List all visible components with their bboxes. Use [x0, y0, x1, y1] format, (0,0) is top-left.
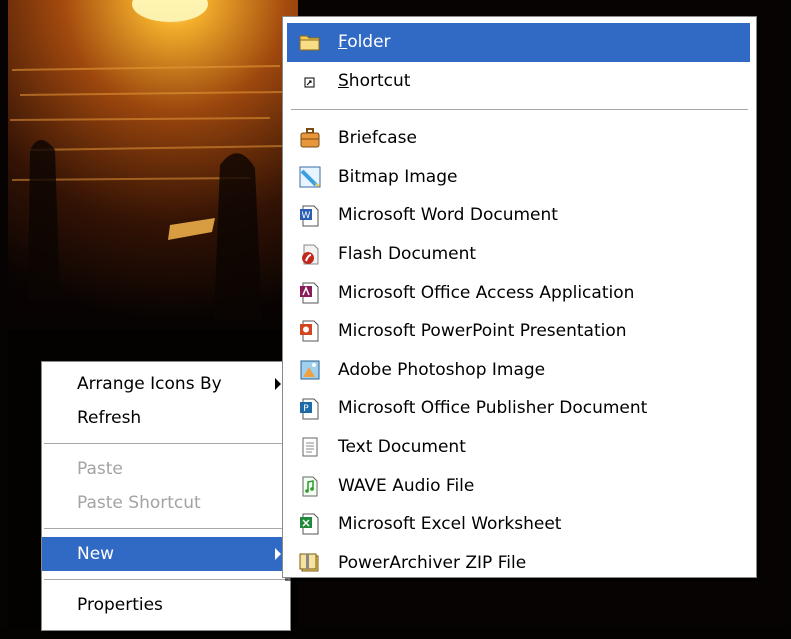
menu-item-properties[interactable]: Properties — [42, 588, 290, 622]
submenu-arrow-icon — [275, 378, 281, 390]
menu-item-arrange-icons-by[interactable]: Arrange Icons By — [42, 367, 290, 401]
menu-item-paste-shortcut: Paste Shortcut — [42, 486, 290, 520]
menu-item-new-flash-document[interactable]: Flash Document — [283, 235, 756, 274]
menu-item-label: Microsoft Office Access Application — [338, 282, 635, 303]
menu-item-label: Arrange Icons By — [77, 374, 222, 394]
menu-item-new-folder[interactable]: Folder — [287, 23, 750, 62]
publisher-document-icon: P — [299, 398, 321, 420]
menu-item-label: Microsoft Office Publisher Document — [338, 398, 648, 419]
menu-item-new-word-document[interactable]: W Microsoft Word Document — [283, 196, 756, 235]
svg-text:W: W — [302, 211, 311, 221]
menu-item-label: Adobe Photoshop Image — [338, 359, 546, 380]
menu-item-label: WAVE Audio File — [338, 475, 475, 496]
menu-item-label: Bitmap Image — [338, 166, 458, 187]
new-submenu: Folder Shortcut Briefcase Bitmap Image W… — [282, 16, 757, 578]
briefcase-icon — [299, 127, 321, 149]
menu-item-label: Text Document — [338, 436, 466, 457]
word-document-icon: W — [299, 205, 321, 227]
menu-item-label: Microsoft Excel Worksheet — [338, 514, 562, 535]
menu-item-label: Shortcut — [338, 70, 411, 91]
folder-icon — [299, 31, 321, 53]
shortcut-icon — [299, 70, 321, 92]
svg-text:P: P — [303, 404, 309, 414]
menu-item-new-wave-audio-file[interactable]: WAVE Audio File — [283, 467, 756, 506]
menu-item-new-shortcut[interactable]: Shortcut — [283, 62, 756, 101]
flash-document-icon — [299, 243, 321, 265]
bitmap-image-icon — [299, 166, 321, 188]
menu-item-label: Flash Document — [338, 243, 477, 264]
menu-item-new-powerpoint-presentation[interactable]: Microsoft PowerPoint Presentation — [283, 312, 756, 351]
access-application-icon — [299, 282, 321, 304]
menu-item-paste: Paste — [42, 452, 290, 486]
menu-separator — [44, 443, 288, 444]
menu-item-label: New — [77, 544, 115, 564]
menu-item-label: Microsoft PowerPoint Presentation — [338, 321, 627, 342]
photoshop-image-icon — [299, 359, 321, 381]
menu-item-label: Paste Shortcut — [77, 493, 201, 513]
menu-item-new-zip-file[interactable]: PowerArchiver ZIP File — [283, 544, 756, 583]
menu-item-new[interactable]: New — [42, 537, 290, 571]
menu-item-new-excel-worksheet[interactable]: Microsoft Excel Worksheet — [283, 505, 756, 544]
menu-item-label: Briefcase — [338, 128, 417, 149]
text-document-icon — [299, 436, 321, 458]
menu-separator — [44, 528, 288, 529]
menu-item-new-briefcase[interactable]: Briefcase — [283, 119, 756, 158]
menu-item-label: Refresh — [77, 408, 142, 428]
menu-item-new-photoshop-image[interactable]: Adobe Photoshop Image — [283, 351, 756, 390]
menu-item-label: Folder — [338, 32, 391, 52]
wave-audio-icon — [299, 475, 321, 497]
menu-item-new-bitmap-image[interactable]: Bitmap Image — [283, 158, 756, 197]
menu-item-label: Properties — [77, 595, 163, 615]
menu-item-label: PowerArchiver ZIP File — [338, 552, 527, 573]
menu-item-new-publisher-document[interactable]: P Microsoft Office Publisher Document — [283, 389, 756, 428]
desktop-context-menu: Arrange Icons By Refresh Paste Paste Sho… — [41, 361, 291, 631]
menu-item-new-text-document[interactable]: Text Document — [283, 428, 756, 467]
submenu-arrow-icon — [275, 548, 281, 560]
menu-item-refresh[interactable]: Refresh — [42, 401, 290, 435]
menu-item-label: Microsoft Word Document — [338, 205, 558, 226]
menu-item-new-access-application[interactable]: Microsoft Office Access Application — [283, 274, 756, 313]
menu-separator — [44, 579, 288, 580]
menu-separator — [291, 109, 748, 111]
excel-worksheet-icon — [299, 513, 321, 535]
zip-file-icon — [299, 552, 321, 574]
powerpoint-presentation-icon — [299, 320, 321, 342]
menu-item-label: Paste — [77, 459, 123, 479]
